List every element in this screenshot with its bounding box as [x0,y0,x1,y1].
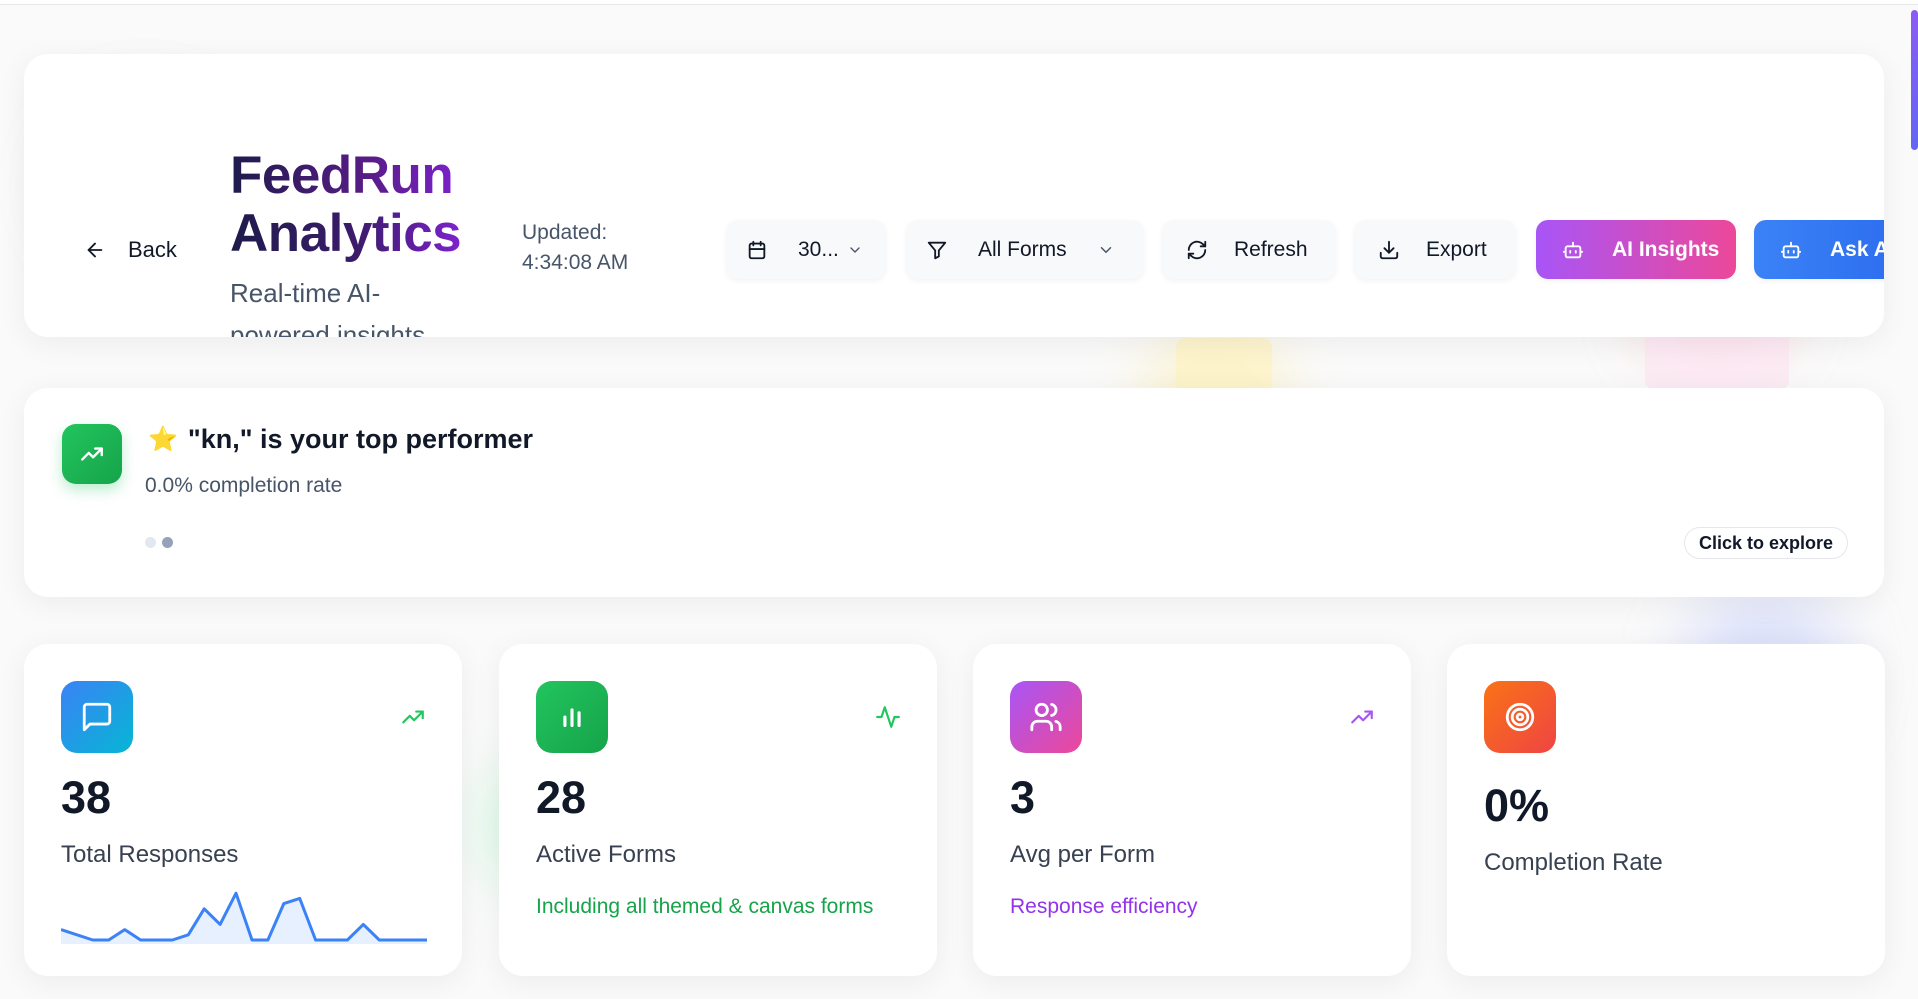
users-icon [1010,681,1082,753]
stat-card-active-forms[interactable]: 28 Active Forms Including all themed & c… [499,644,937,976]
last-updated: Updated: 4:34:08 AM [522,218,682,278]
ai-insights-button[interactable]: AI Insights [1536,220,1736,279]
stat-value: 3 [1010,772,1036,823]
top-performer-rate: 0.0% completion rate [145,474,343,497]
stat-note: Including all themed & canvas forms [536,895,874,918]
title-line-1: FeedRun [230,147,461,205]
stat-card-total-responses[interactable]: 38 Total Responses [24,644,462,976]
scrollbar-thumb[interactable] [1911,10,1918,150]
filter-icon [927,241,947,259]
star-icon: ⭐ [148,426,178,453]
bar-chart-icon [536,681,608,753]
decorative-square [1645,330,1789,390]
stat-note: Response efficiency [1010,895,1198,918]
export-label: Export [1426,237,1487,261]
activity-icon [876,706,900,728]
top-performer-card[interactable]: ⭐ "kn," is your top performer 0.0% compl… [24,388,1884,597]
top-performer-title: ⭐ "kn," is your top performer [148,424,533,455]
click-to-explore-button[interactable]: Click to explore [1683,527,1848,559]
stat-value: 28 [536,772,587,823]
stat-value: 0% [1484,780,1550,831]
refresh-icon [1187,240,1207,259]
stat-card-avg-per-form[interactable]: 3 Avg per Form Response efficiency [973,644,1411,976]
date-range-value: 30... [798,237,839,261]
export-button[interactable]: Export [1354,220,1516,279]
title-line-2: Analytics [230,204,462,263]
back-button[interactable]: Back [84,232,177,268]
header-card: Back FeedRun Analytics Real-time AI-powe… [24,54,1884,337]
back-label: Back [128,237,177,262]
date-range-select[interactable]: 30... [726,220,886,279]
updated-time: 4:34:08 AM [522,251,629,274]
refresh-button[interactable]: Refresh [1162,220,1336,279]
forms-filter-value: All Forms [978,237,1067,261]
message-square-icon [61,681,133,753]
chevron-down-icon [850,246,860,253]
arrow-left-icon [87,242,103,258]
chevron-down-icon [1100,246,1111,253]
refresh-label: Refresh [1234,237,1308,261]
stat-label: Avg per Form [1010,841,1155,868]
ask-avid-label: Ask Avid [1830,237,1884,261]
top-performer-text: "kn," is your top performer [187,424,534,454]
updated-label: Updated: [522,221,608,244]
ai-insights-label: AI Insights [1612,237,1720,261]
top-border [0,0,1918,5]
bot-icon [1780,241,1802,258]
bot-icon [1562,241,1584,258]
responses-sparkline [61,891,427,944]
calendar-icon [748,240,766,259]
trending-up-icon [62,424,122,484]
stat-value: 38 [61,772,112,823]
ask-avid-button[interactable]: Ask Avid [1754,220,1884,279]
carousel-dot[interactable] [145,537,156,548]
carousel-dots [145,537,173,548]
target-icon [1484,681,1556,753]
forms-filter-select[interactable]: All Forms [906,220,1144,279]
stat-label: Total Responses [61,841,239,868]
trending-up-icon [402,710,424,724]
stat-card-completion-rate[interactable]: 0% Completion Rate [1447,644,1885,976]
download-icon [1379,240,1399,259]
carousel-dot-active[interactable] [162,537,173,548]
stat-label: Active Forms [536,841,677,868]
scrollbar[interactable] [1908,0,1918,999]
page-subtitle: Real-time AI-powered insights [230,278,426,337]
trending-up-icon [1351,710,1373,724]
page-title: FeedRun Analytics [230,147,462,263]
stat-label: Completion Rate [1484,849,1663,876]
